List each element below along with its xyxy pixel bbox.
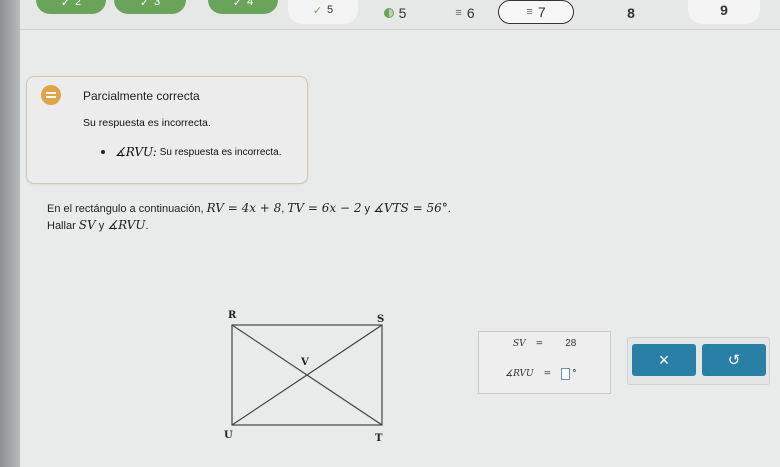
problem-line-1: En el rectángulo a continuación, RV = 4x… (47, 201, 451, 215)
question-progress-bar: ✓ 2 ✓ 3 ✓ 4 ✓ 5 5 ≡ 6 ≡ 7 8 9 (20, 0, 780, 30)
feedback-item-label: ∡RVU: (115, 145, 157, 159)
feedback-subtitle: Su respuesta es incorrecta. (83, 117, 211, 129)
close-icon: × (658, 349, 670, 370)
check-icon: ✓ (60, 0, 71, 9)
answer-controls: × ↺ (627, 337, 770, 385)
step-9[interactable]: 9 (688, 0, 760, 24)
step-7-current[interactable]: ≡ 7 (498, 0, 574, 24)
flag-icon: ≡ (455, 7, 462, 19)
step-2[interactable]: ✓ 2 (36, 0, 106, 14)
check-icon: ✓ (312, 4, 323, 17)
answer-box: SV = 28 ∡RVU = ° (478, 331, 611, 394)
step-3[interactable]: ✓ 3 (114, 0, 186, 14)
rectangle-diagram: R S U T V (224, 310, 384, 444)
rvu-answer-input[interactable] (561, 368, 571, 380)
step-5-partial[interactable]: 5 (365, 0, 425, 26)
center-label-v: V (300, 357, 309, 368)
step-6[interactable]: ≡ 6 (440, 0, 490, 26)
sv-answer-value[interactable]: 28 (565, 338, 576, 349)
vertex-label-u: U (224, 430, 233, 441)
feedback-title: Parcialmente correcta (83, 89, 200, 103)
answer-row-rvu: ∡RVU = ° (505, 368, 577, 380)
degree-symbol: ° (572, 369, 577, 379)
feedback-item-text: Su respuesta es incorrecta. (159, 146, 282, 158)
check-icon: ✓ (139, 0, 150, 9)
partial-credit-icon (383, 8, 394, 18)
problem-line-2: Hallar SV y ∡RVU. (47, 218, 149, 232)
left-edge (0, 0, 20, 467)
vertex-label-t: T (375, 433, 383, 444)
problem-statement: En el rectángulo a continuación, RV = 4x… (47, 200, 451, 234)
feedback-card: Parcialmente correcta Su respuesta es in… (26, 76, 308, 184)
vertex-label-s: S (377, 314, 384, 325)
step-5[interactable]: ✓ 5 (288, 0, 358, 24)
answer-row-sv: SV = 28 (513, 338, 577, 349)
step-8[interactable]: 8 (616, 0, 646, 26)
step-4[interactable]: ✓ 4 (208, 0, 278, 14)
feedback-item: ∡RVU: Su respuesta es incorrecta. (101, 145, 282, 159)
partial-feedback-icon (41, 85, 61, 105)
clear-button[interactable]: × (632, 344, 696, 376)
undo-button[interactable]: ↺ (702, 344, 766, 376)
check-icon: ✓ (232, 0, 243, 9)
undo-icon: ↺ (727, 352, 741, 369)
flag-icon: ≡ (526, 6, 533, 18)
bullet-dot (101, 150, 105, 154)
vertex-label-r: R (228, 310, 237, 321)
